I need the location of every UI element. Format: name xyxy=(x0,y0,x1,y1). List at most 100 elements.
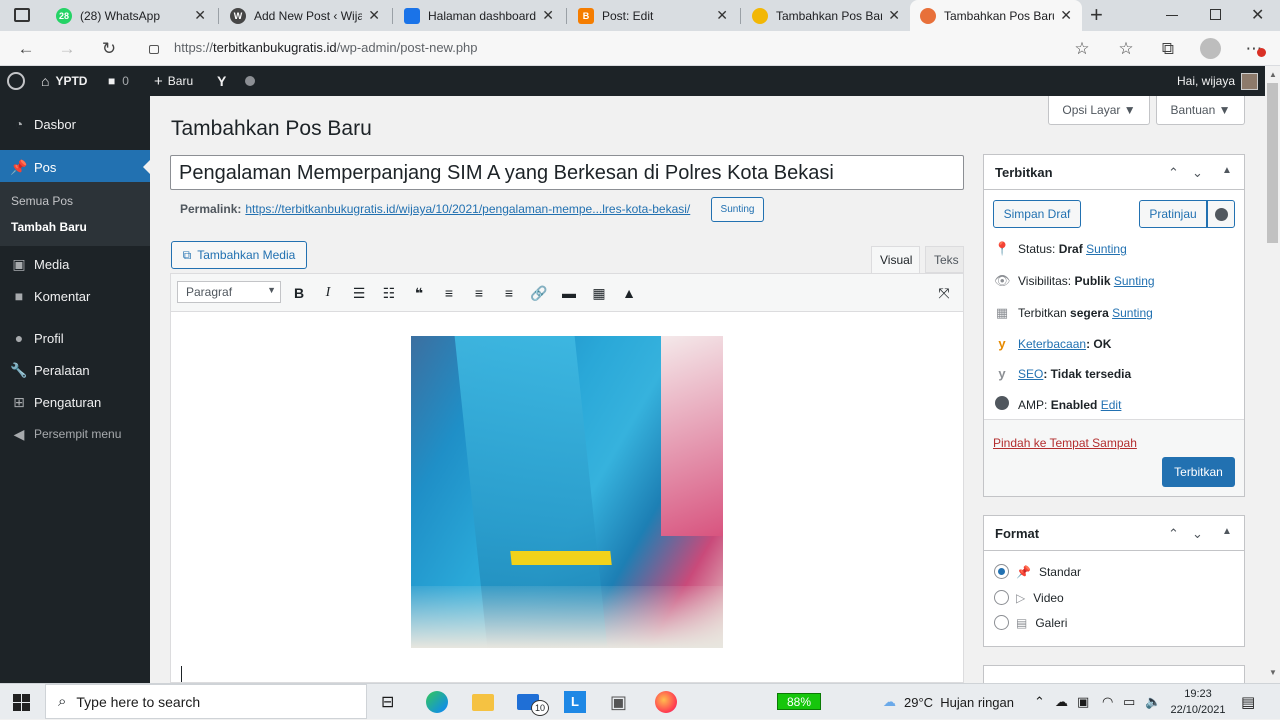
browser-tab-post-edit[interactable]: B Post: Edit ✕ xyxy=(568,0,738,31)
comments-link[interactable]: ■ 0 xyxy=(108,66,129,96)
seo-link[interactable]: SEO xyxy=(1018,367,1043,381)
maximize-icon[interactable] xyxy=(1210,9,1221,20)
edit-visibility-link[interactable]: Sunting xyxy=(1114,274,1155,288)
move-down-icon[interactable]: ⌄ xyxy=(1192,165,1203,181)
tab-visual[interactable]: Visual xyxy=(871,246,920,274)
browser-tab-tambahkan-pos-1[interactable]: Tambahkan Pos Baru ‹ ✕ xyxy=(742,0,910,31)
new-content-link[interactable]: + Baru xyxy=(154,66,193,96)
yoast-icon[interactable]: Y xyxy=(217,66,226,96)
screen-options-button[interactable]: Opsi Layar ▼ xyxy=(1048,96,1150,125)
format-option-galeri[interactable]: ▤ Galeri xyxy=(994,615,1067,630)
sidebar-collapse-menu[interactable]: ◀ Persempit menu xyxy=(0,418,150,450)
add-media-button[interactable]: ⧉ Tambahkan Media xyxy=(171,241,307,269)
browser-tab-whatsapp[interactable]: 28 (28) WhatsApp ✕ xyxy=(46,0,216,31)
toolbar-toggle-icon[interactable]: ▦ xyxy=(587,283,611,303)
profile-avatar-icon[interactable] xyxy=(1200,38,1221,59)
italic-icon[interactable]: I xyxy=(316,283,340,303)
align-center-icon[interactable]: ≡ xyxy=(467,283,491,303)
bullet-list-icon[interactable]: ☰ xyxy=(347,283,371,303)
link-icon[interactable]: 🔗 xyxy=(527,283,551,303)
wifi-icon[interactable]: ◠ xyxy=(1102,684,1113,720)
new-tab-button[interactable]: + xyxy=(1090,2,1103,28)
edit-status-link[interactable]: Sunting xyxy=(1086,242,1127,256)
weather-widget[interactable]: ☁ 29°C Hujan ringan xyxy=(883,684,1014,720)
preview-button[interactable]: Pratinjau xyxy=(1139,200,1207,228)
onedrive-icon[interactable]: ☁ xyxy=(1055,684,1068,720)
sidebar-item-peralatan[interactable]: 🔧 Peralatan xyxy=(0,354,150,386)
lightshot-icon[interactable]: L xyxy=(564,684,586,720)
align-left-icon[interactable]: ≡ xyxy=(437,283,461,303)
close-tab-icon[interactable]: ✕ xyxy=(716,7,728,24)
readability-link[interactable]: Keterbacaan xyxy=(1018,337,1086,351)
close-tab-icon[interactable]: ✕ xyxy=(1060,7,1072,24)
move-up-icon[interactable]: ⌃ xyxy=(1168,526,1179,542)
site-name-link[interactable]: ⌂ YPTD xyxy=(41,66,87,96)
move-to-trash-link[interactable]: Pindah ke Tempat Sampah xyxy=(993,436,1137,450)
action-center-icon[interactable]: ▤ xyxy=(1241,684,1255,720)
browser-tab-tambahkan-pos-active[interactable]: Tambahkan Pos Baru ‹ ✕ xyxy=(910,0,1082,31)
submenu-semua-pos[interactable]: Semua Pos xyxy=(11,194,73,208)
wordpress-logo-icon[interactable] xyxy=(7,66,25,96)
clock[interactable]: 19:23 22/10/2021 xyxy=(1169,686,1227,718)
read-more-icon[interactable]: ▬ xyxy=(557,283,581,303)
favorites-icon[interactable]: ☆ xyxy=(1114,37,1138,61)
blockquote-icon[interactable]: ❝ xyxy=(407,283,431,303)
submenu-tambah-baru[interactable]: Tambah Baru xyxy=(11,220,87,234)
amp-edit-link[interactable]: Edit xyxy=(1101,398,1122,412)
url-field[interactable]: https://terbitkanbukugratis.id/wp-admin/… xyxy=(174,40,478,55)
radio-unchecked[interactable] xyxy=(994,615,1009,630)
close-tab-icon[interactable]: ✕ xyxy=(194,7,206,24)
reload-icon[interactable]: ↻ xyxy=(97,37,121,61)
meet-now-icon[interactable]: ▣ xyxy=(1077,684,1089,720)
account-menu[interactable]: Hai, wijaya xyxy=(1177,66,1259,96)
radio-unchecked[interactable] xyxy=(994,590,1009,605)
forward-icon[interactable]: → xyxy=(55,37,79,61)
format-option-video[interactable]: ▷ Video xyxy=(994,590,1064,605)
format-select[interactable]: Paragraf ▼ xyxy=(177,281,281,303)
align-right-icon[interactable]: ≡ xyxy=(497,283,521,303)
back-icon[interactable]: ← xyxy=(14,37,38,61)
close-tab-icon[interactable]: ✕ xyxy=(368,7,380,24)
tab-text[interactable]: Teks xyxy=(925,246,964,273)
permalink-edit-button[interactable]: Sunting xyxy=(711,197,764,222)
close-window-icon[interactable]: ✕ xyxy=(1251,5,1264,25)
taskbar-search-box[interactable]: ⌕ Type here to search xyxy=(45,684,367,719)
move-up-icon[interactable]: ⌃ xyxy=(1168,165,1179,181)
file-explorer-icon[interactable] xyxy=(472,684,494,720)
toggle-panel-icon[interactable]: ▲ xyxy=(1222,165,1232,176)
help-button[interactable]: Bantuan ▼ xyxy=(1156,96,1245,125)
format-option-standar[interactable]: 📌 Standar xyxy=(994,564,1081,579)
sidebar-item-dasbor[interactable]: ◔ Dasbor xyxy=(0,108,150,140)
collections-icon[interactable]: ⧉ xyxy=(1156,37,1180,61)
move-down-icon[interactable]: ⌄ xyxy=(1192,526,1203,542)
volume-icon[interactable]: 🔈 xyxy=(1145,684,1161,720)
edge-icon[interactable] xyxy=(426,684,448,720)
publish-button[interactable]: Terbitkan xyxy=(1162,457,1235,487)
save-draft-button[interactable]: Simpan Draf xyxy=(993,200,1081,228)
tab-actions-icon[interactable] xyxy=(14,8,30,22)
scroll-up-icon[interactable]: ▲ xyxy=(1269,70,1277,79)
show-hidden-icons-icon[interactable]: ⌃ xyxy=(1034,684,1045,720)
camera-icon[interactable]: ▣ xyxy=(610,684,627,720)
fullscreen-icon[interactable]: ⤧ xyxy=(932,283,956,303)
sidebar-item-komentar[interactable]: ■ Komentar xyxy=(0,280,150,312)
browser-tab-dashboard[interactable]: Halaman dashboard m ✕ xyxy=(394,0,564,31)
radio-checked[interactable] xyxy=(994,564,1009,579)
edit-schedule-link[interactable]: Sunting xyxy=(1112,306,1153,320)
permalink-link[interactable]: https://terbitkanbukugratis.id/wijaya/10… xyxy=(245,202,690,216)
browser-tab-add-new-post[interactable]: W Add New Post ‹ Wijaya ✕ xyxy=(220,0,390,31)
firefox-icon[interactable] xyxy=(655,684,677,720)
numbered-list-icon[interactable]: ☷ xyxy=(377,283,401,303)
post-title-input[interactable]: Pengalaman Memperpanjang SIM A yang Berk… xyxy=(170,155,964,190)
amp-incognito-icon[interactable]: ▲ xyxy=(617,283,641,303)
sidebar-item-profil[interactable]: ● Profil xyxy=(0,322,150,354)
scroll-down-icon[interactable]: ▼ xyxy=(1269,668,1277,677)
task-view-icon[interactable]: ⊟ xyxy=(381,684,394,720)
sidebar-item-pengaturan[interactable]: ⊞ Pengaturan xyxy=(0,386,150,418)
scroll-thumb[interactable] xyxy=(1267,83,1278,243)
sidebar-item-pos[interactable]: 📌 Pos xyxy=(0,150,150,184)
lock-icon[interactable] xyxy=(149,45,159,54)
minimize-icon[interactable] xyxy=(1166,15,1178,16)
battery-icon[interactable]: ▭ xyxy=(1123,684,1135,720)
close-tab-icon[interactable]: ✕ xyxy=(888,7,900,24)
